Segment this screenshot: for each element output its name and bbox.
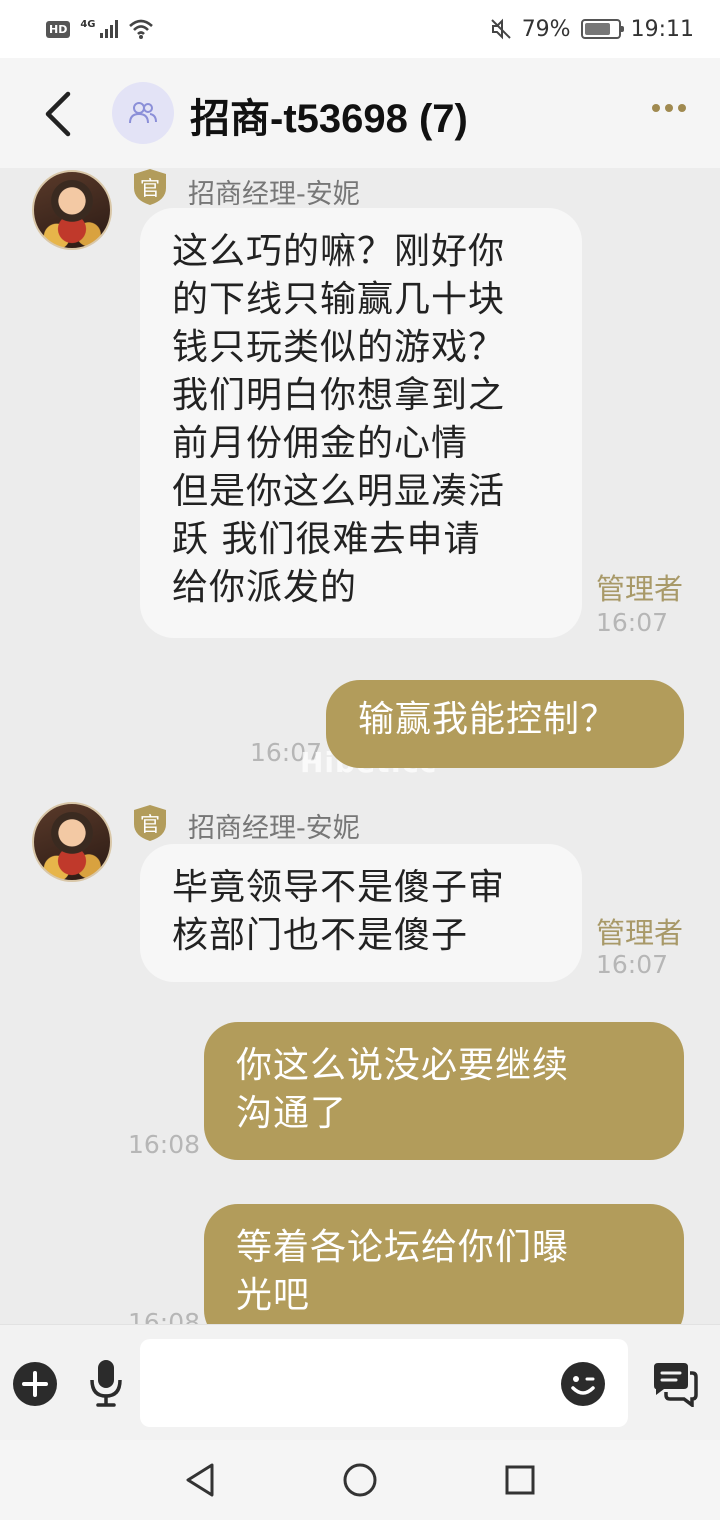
message-line: 跃 我们很难去申请: [172, 519, 481, 560]
message-line: 毕竟领导不是傻子审: [172, 867, 506, 908]
more-dots-icon[interactable]: [652, 104, 686, 112]
system-nav-bar: [0, 1440, 720, 1520]
chat-icon: [654, 1363, 698, 1407]
message-line: 核部门也不是傻子: [172, 915, 469, 956]
network-label: 4G: [80, 18, 96, 30]
battery-percent: 79%: [521, 16, 571, 42]
message-line: 沟通了: [236, 1093, 348, 1134]
message-line: 我们明白你想拿到之: [172, 375, 506, 416]
message-line: 但是你这么明显凑活: [172, 471, 506, 512]
message-bubble-incoming[interactable]: 这么巧的嘛？刚好你 的下线只输赢几十块 钱只玩类似的游戏？ 我们明白你想拿到之 …: [140, 208, 582, 638]
chevron-left-icon: [45, 91, 71, 137]
message-bubble-outgoing[interactable]: 等着各论坛给你们曝 光吧: [204, 1204, 684, 1324]
message-line: 钱只玩类似的游戏？: [172, 327, 506, 368]
role-tag: 管理者: [596, 572, 684, 606]
official-badge-icon: 官: [134, 805, 166, 841]
mute-icon: [490, 18, 511, 40]
group-avatar[interactable]: [112, 82, 174, 144]
group-icon: [129, 102, 157, 124]
emoji-button[interactable]: [560, 1361, 606, 1407]
chat-button[interactable]: [650, 1361, 698, 1407]
microphone-icon: [90, 1360, 122, 1407]
message-time: 16:08: [128, 1308, 201, 1324]
message-line: 输赢我能控制？: [358, 699, 618, 740]
home-circle-icon: [343, 1463, 377, 1497]
plus-icon: [13, 1362, 57, 1406]
plus-button[interactable]: [12, 1361, 58, 1407]
nav-recents-button[interactable]: [500, 1460, 540, 1500]
status-right: 79% 19:11: [490, 17, 694, 42]
message-line: 等着各论坛给你们曝: [236, 1227, 570, 1268]
back-triangle-icon: [186, 1463, 214, 1497]
svg-text:官: 官: [140, 812, 160, 836]
message-line: 光吧: [236, 1275, 311, 1316]
input-bar: [0, 1324, 720, 1440]
message-line: 前月份佣金的心情: [172, 423, 469, 464]
message-bubble-outgoing[interactable]: 输赢我能控制？: [326, 680, 684, 768]
battery-fill: [584, 23, 610, 35]
message-line: 给你派发的: [172, 567, 358, 608]
message-time: 16:08: [128, 1130, 201, 1159]
message-bubble-outgoing[interactable]: 你这么说没必要继续 沟通了: [204, 1022, 684, 1160]
clock: 19:11: [630, 16, 694, 42]
sender-name: 招商经理-安妮: [188, 179, 360, 210]
hd-badge: HD: [46, 20, 71, 38]
message-line: 的下线只输赢几十块: [172, 279, 506, 320]
avatar[interactable]: [32, 170, 112, 250]
back-button[interactable]: [34, 86, 82, 142]
message-input[interactable]: [140, 1339, 628, 1427]
message-time: 16:07: [596, 950, 669, 979]
wifi-icon: [128, 19, 153, 39]
sender-name: 招商经理-安妮: [188, 813, 360, 844]
nav-home-button[interactable]: [340, 1460, 380, 1500]
voice-button[interactable]: [86, 1357, 126, 1409]
status-left: HD 4G: [46, 18, 154, 40]
svg-text:官: 官: [140, 176, 160, 200]
role-tag: 管理者: [596, 916, 684, 950]
chat-header: 招商-t53698 (7): [0, 58, 720, 168]
message-bubble-incoming[interactable]: 毕竟领导不是傻子审 核部门也不是傻子: [140, 844, 582, 982]
emoji-icon: [561, 1362, 605, 1406]
battery-icon: [580, 19, 624, 39]
message-list[interactable]: 官 招商经理-安妮 这么巧的嘛？刚好你 的下线只输赢几十块 钱只玩类似的游戏？ …: [0, 168, 720, 1324]
chat-title: 招商-t53698 (7): [190, 97, 468, 141]
message-line: 你这么说没必要继续: [236, 1045, 570, 1086]
recents-square-icon: [505, 1465, 535, 1495]
avatar[interactable]: [32, 802, 112, 882]
signal-icon: [99, 20, 118, 38]
official-badge-icon: 官: [134, 169, 166, 205]
message-line: 这么巧的嘛？刚好你: [172, 231, 506, 272]
message-time: 16:07: [596, 608, 669, 637]
status-bar: HD 4G 79% 19:11: [0, 0, 720, 58]
nav-back-button[interactable]: [180, 1460, 220, 1500]
